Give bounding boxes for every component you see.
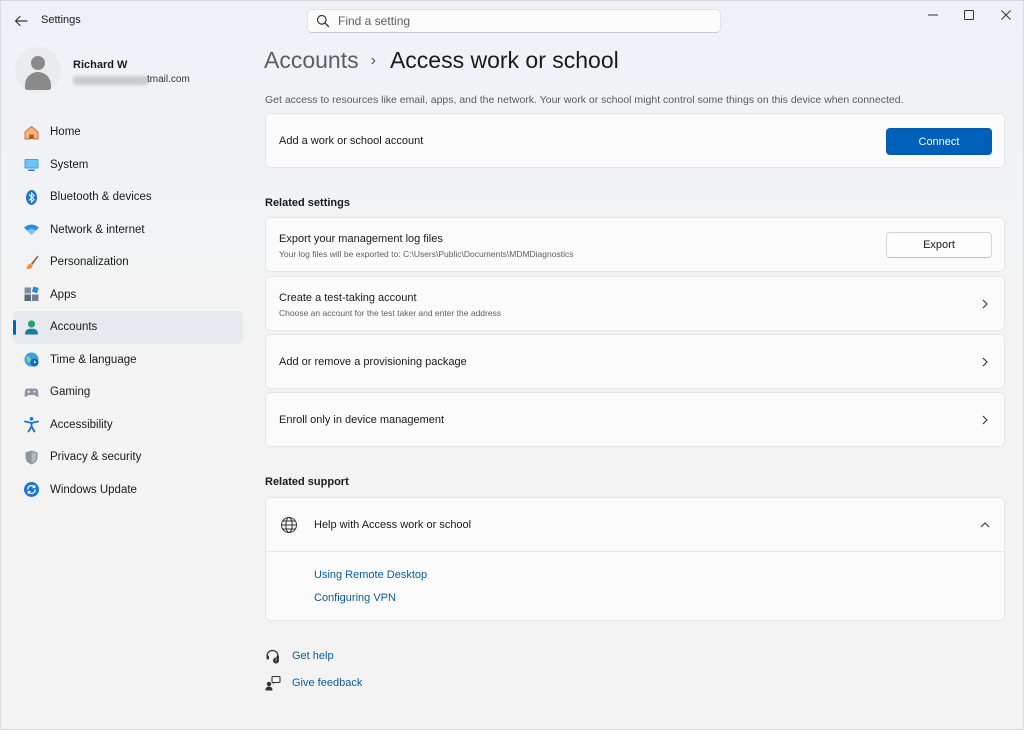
sidebar-item-label: Home xyxy=(50,126,81,139)
network-icon xyxy=(23,221,40,238)
sidebar-item-apps[interactable]: Apps xyxy=(13,279,243,312)
sidebar-item-label: Accounts xyxy=(50,321,98,334)
minimize-icon xyxy=(928,14,938,16)
accessibility-icon xyxy=(23,416,40,433)
maximize-icon xyxy=(964,10,974,20)
link-remote-desktop[interactable]: Using Remote Desktop xyxy=(314,569,427,581)
personalization-icon xyxy=(23,254,40,271)
page-title: Access work or school xyxy=(389,47,619,73)
chevron-right-icon xyxy=(982,357,988,367)
system-icon xyxy=(23,156,40,173)
profile-name: Richard W xyxy=(73,59,128,71)
back-button[interactable] xyxy=(11,11,31,31)
sidebar-item-personalization[interactable]: Personalization xyxy=(13,246,243,279)
search-icon xyxy=(316,14,330,28)
export-logs-path: Your log files will be exported to: C:\U… xyxy=(279,249,574,259)
search-input[interactable] xyxy=(338,12,708,30)
provisioning-package-card[interactable]: Add or remove a provisioning package xyxy=(265,334,1005,389)
export-logs-card: Export your management log files Your lo… xyxy=(265,217,1005,272)
gaming-icon xyxy=(23,384,40,401)
sidebar-item-label: Windows Update xyxy=(50,483,137,496)
privacy-icon xyxy=(23,449,40,466)
sidebar-item-label: System xyxy=(50,158,89,171)
link-configuring-vpn[interactable]: Configuring VPN xyxy=(314,592,396,604)
time-language-icon xyxy=(23,351,40,368)
add-account-title: Add a work or school account xyxy=(279,135,424,147)
test-taking-title: Create a test-taking account xyxy=(279,292,417,304)
sidebar-item-label: Personalization xyxy=(50,256,129,269)
close-icon xyxy=(1001,10,1011,20)
profile-email-domain: tmail.com xyxy=(147,74,190,85)
sidebar-item-bluetooth-devices[interactable]: Bluetooth & devices xyxy=(13,181,243,214)
export-logs-title: Export your management log files xyxy=(279,233,443,245)
profile-email: tmail.com xyxy=(73,74,203,86)
search-box[interactable] xyxy=(307,9,721,33)
sidebar-item-label: Privacy & security xyxy=(50,451,142,464)
provisioning-title: Add or remove a provisioning package xyxy=(279,356,467,368)
avatar xyxy=(15,47,61,93)
related-support-card: Help with Access work or school Using Re… xyxy=(265,497,1005,621)
give-feedback-label: Give feedback xyxy=(292,677,363,689)
sidebar-item-label: Bluetooth & devices xyxy=(50,191,152,204)
sidebar-item-gaming[interactable]: Gaming xyxy=(13,376,243,409)
app-title: Settings xyxy=(41,14,81,26)
related-support-heading: Related support xyxy=(265,476,349,488)
sidebar-item-accounts[interactable]: Accounts xyxy=(13,311,243,344)
sidebar-item-label: Time & language xyxy=(50,353,137,366)
sidebar-item-label: Accessibility xyxy=(50,418,113,431)
get-help-link[interactable]: ? Get help xyxy=(265,648,334,664)
sidebar-item-label: Network & internet xyxy=(50,223,145,236)
home-icon xyxy=(23,124,40,141)
export-button[interactable]: Export xyxy=(886,232,992,258)
accounts-icon xyxy=(23,319,40,336)
settings-window: Settings Richard W tmail.com xyxy=(0,0,1024,730)
maximize-button[interactable] xyxy=(949,1,989,29)
enroll-device-management-card[interactable]: Enroll only in device management xyxy=(265,392,1005,447)
sidebar-item-time-language[interactable]: Time & language xyxy=(13,344,243,377)
related-settings-heading: Related settings xyxy=(265,197,350,209)
chevron-right-icon xyxy=(982,415,988,425)
support-expander-header[interactable]: Help with Access work or school xyxy=(266,498,1004,552)
test-taking-subtitle: Choose an account for the test taker and… xyxy=(279,308,502,318)
sidebar-nav: Home System Bluetooth & devices Network … xyxy=(13,116,243,506)
page-description: Get access to resources like email, apps… xyxy=(265,94,904,106)
globe-icon xyxy=(281,517,297,533)
chevron-up-icon xyxy=(980,522,990,528)
connect-button[interactable]: Connect xyxy=(886,128,992,155)
sidebar-item-network-internet[interactable]: Network & internet xyxy=(13,214,243,247)
help-icon: ? xyxy=(266,649,279,664)
sidebar-item-label: Gaming xyxy=(50,386,91,399)
minimize-button[interactable] xyxy=(913,1,953,29)
enroll-title: Enroll only in device management xyxy=(279,414,445,426)
chevron-right-icon xyxy=(982,299,988,309)
sidebar-item-accessibility[interactable]: Accessibility xyxy=(13,409,243,442)
add-account-card: Add a work or school account Connect xyxy=(265,113,1005,168)
support-title: Help with Access work or school xyxy=(314,519,472,531)
sidebar-item-label: Apps xyxy=(50,288,77,301)
apps-icon xyxy=(23,286,40,303)
breadcrumb: Accounts › Access work or school xyxy=(264,47,619,74)
redacted-email xyxy=(73,76,149,85)
sidebar-item-system[interactable]: System xyxy=(13,149,243,182)
test-taking-account-card[interactable]: Create a test-taking account Choose an a… xyxy=(265,276,1005,331)
bluetooth-icon xyxy=(23,189,40,206)
sidebar-item-privacy-security[interactable]: Privacy & security xyxy=(13,441,243,474)
back-arrow-icon xyxy=(14,15,28,27)
feedback-icon xyxy=(265,675,281,691)
get-help-label: Get help xyxy=(292,650,334,662)
give-feedback-link[interactable]: Give feedback xyxy=(265,675,362,691)
breadcrumb-parent-accounts[interactable]: Accounts xyxy=(264,47,359,74)
title-bar: Settings xyxy=(1,1,1023,41)
breadcrumb-separator: › xyxy=(370,51,376,69)
windows-update-icon xyxy=(23,481,40,498)
sidebar-item-windows-update[interactable]: Windows Update xyxy=(13,474,243,507)
sidebar-item-home[interactable]: Home xyxy=(13,116,243,149)
close-button[interactable] xyxy=(986,1,1023,29)
